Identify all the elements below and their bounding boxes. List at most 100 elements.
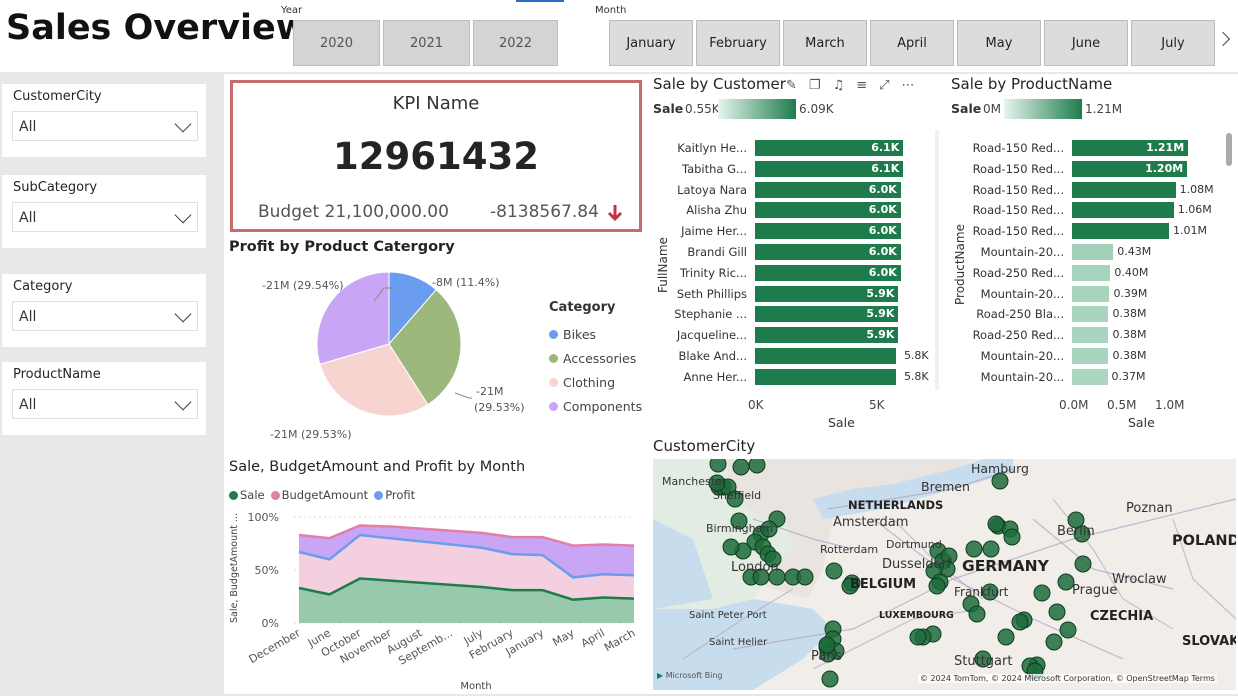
legend-label: Accessories	[563, 350, 637, 366]
bar-label: Road-150 Red...	[972, 203, 1064, 218]
bar[interactable]	[1072, 264, 1111, 281]
pie-label-components: -21M (29.54%)	[262, 279, 343, 292]
product-bars[interactable]: Road-150 Red... 1.21M Road-150 Red... 1.20M…	[948, 0, 1238, 440]
year-chip-2022[interactable]: 2022	[473, 20, 558, 66]
legend-item-sale[interactable]: Sale	[229, 488, 265, 502]
legend-swatch	[549, 377, 558, 387]
arrow-down-icon	[607, 205, 623, 222]
map-label: Amsterdam	[833, 515, 909, 530]
map-bubble[interactable]	[796, 568, 814, 586]
customer-bars[interactable]: Kaitlyn He... 6.1K Tabitha G... 6.1K Latoya …	[650, 0, 940, 440]
map-bubble[interactable]	[1059, 621, 1077, 639]
legend-label: Profit	[385, 488, 416, 502]
legend-swatch	[549, 401, 558, 411]
bar[interactable]	[755, 368, 896, 385]
map-bubble[interactable]	[1045, 633, 1063, 651]
year-chip-2021[interactable]: 2021	[383, 20, 470, 66]
legend-item-bikes[interactable]: Bikes	[549, 322, 642, 346]
legend-swatch	[229, 490, 238, 500]
customer-x-axis: Sale	[828, 415, 855, 430]
legend-item-budgetamount[interactable]: BudgetAmount	[270, 488, 369, 502]
bar[interactable]	[1072, 368, 1108, 385]
bar[interactable]	[1072, 285, 1110, 302]
map-bubble[interactable]	[825, 562, 843, 580]
legend-item-clothing[interactable]: Clothing	[549, 370, 642, 394]
map-bubble[interactable]	[997, 628, 1015, 646]
area-legend: Sale BudgetAmount Profit	[229, 488, 415, 502]
map-label: Stuttgart	[954, 654, 1013, 669]
map-label: LUXEMBOURG	[879, 610, 954, 621]
map-bubble[interactable]	[909, 628, 927, 646]
map-bubble[interactable]	[982, 540, 1000, 558]
map-bubble[interactable]	[1011, 613, 1029, 631]
filter-customercity: CustomerCity All	[2, 84, 206, 157]
map-bubble[interactable]	[968, 605, 986, 623]
map-bubble[interactable]	[722, 538, 740, 556]
bar-value: 5.9K	[866, 328, 895, 342]
map-bubble[interactable]	[928, 577, 946, 595]
bar-value: 6.0K	[868, 182, 897, 196]
bar-label: Road-150 Red...	[972, 161, 1064, 176]
year-chip-2020[interactable]: 2020	[293, 20, 380, 66]
map-label: Frankfurt	[954, 585, 1009, 599]
bar[interactable]	[1072, 223, 1169, 240]
legend-item-components[interactable]: Components	[549, 394, 642, 418]
subcategory-dropdown[interactable]: All	[12, 202, 198, 232]
customer-tick-0: 0K	[748, 398, 764, 412]
legend-item-accessories[interactable]: Accessories	[549, 346, 642, 370]
map-label: Berlin	[1057, 524, 1095, 539]
month-slicer-caption: Month	[595, 5, 627, 16]
map-label: Wroclaw	[1112, 572, 1167, 587]
bar-value: 0.38M	[1112, 307, 1147, 321]
area-chart[interactable]: 100% 50% 0% December JuneOctoberNovemberAug…	[224, 505, 644, 695]
filter-label: CustomerCity	[13, 89, 102, 104]
legend-label: BudgetAmount	[281, 488, 369, 502]
bar[interactable]	[1072, 181, 1176, 198]
bar-value: 6.0K	[868, 265, 897, 279]
bar[interactable]	[1072, 327, 1109, 344]
map-attribution[interactable]: © 2024 TomTom, © 2024 Microsoft Corporat…	[918, 674, 1217, 683]
pie-label-bikes: -8M (11.4%)	[432, 276, 499, 289]
productname-dropdown[interactable]: All	[12, 389, 198, 419]
map-bubble[interactable]	[1074, 555, 1092, 573]
map-bubble[interactable]	[732, 459, 750, 476]
map-bubble[interactable]	[965, 540, 983, 558]
x-tick: December	[247, 626, 303, 666]
bar-label: Road-250 Bla...	[976, 307, 1064, 322]
dropdown-value: All	[19, 210, 37, 226]
legend-item-profit[interactable]: Profit	[374, 488, 415, 502]
map-bubble[interactable]	[1033, 584, 1051, 602]
pie-title: Profit by Product Catergory	[229, 239, 455, 255]
map-bubble[interactable]	[1003, 528, 1021, 546]
map-bubble[interactable]	[1048, 603, 1066, 621]
map-title: CustomerCity	[653, 437, 756, 455]
bar[interactable]	[1072, 306, 1109, 323]
customer-city-map[interactable]: Hamburg Bremen Manchester Sheffield NETH…	[653, 459, 1236, 690]
bar-label: Road-150 Red...	[972, 182, 1064, 197]
y-tick: 100%	[248, 511, 279, 524]
bar[interactable]	[755, 348, 896, 364]
bing-logo: ▶ Microsoft Bing	[657, 671, 723, 680]
dropdown-value: All	[19, 397, 37, 413]
bar[interactable]	[1072, 244, 1114, 260]
category-dropdown[interactable]: All	[12, 301, 198, 331]
bar-value: 6.0K	[868, 224, 897, 238]
y-tick: 0%	[262, 617, 279, 630]
kpi-card[interactable]: KPI Name 12961432 Budget 21,100,000.00 -…	[230, 80, 642, 232]
map-bubble[interactable]	[821, 670, 839, 688]
bar[interactable]	[1072, 202, 1174, 219]
pie-legend-title: Category	[549, 300, 616, 315]
page-title: Sales Overview	[6, 8, 309, 48]
bar-label: Blake And...	[678, 349, 747, 363]
dropdown-value: All	[19, 309, 37, 325]
bar-value: 5.9K	[866, 307, 895, 321]
map-label: Rotterdam	[820, 543, 879, 556]
kpi-budget: Budget 21,100,000.00	[258, 202, 449, 222]
bar-value: 1.06M	[1177, 203, 1212, 217]
map-bubble[interactable]	[987, 515, 1005, 533]
customercity-dropdown[interactable]: All	[12, 111, 198, 141]
map-bubble[interactable]	[709, 459, 727, 473]
bar-label: Stephanie ...	[674, 307, 747, 322]
map-bubble[interactable]	[748, 459, 766, 474]
bar[interactable]	[1072, 348, 1109, 364]
